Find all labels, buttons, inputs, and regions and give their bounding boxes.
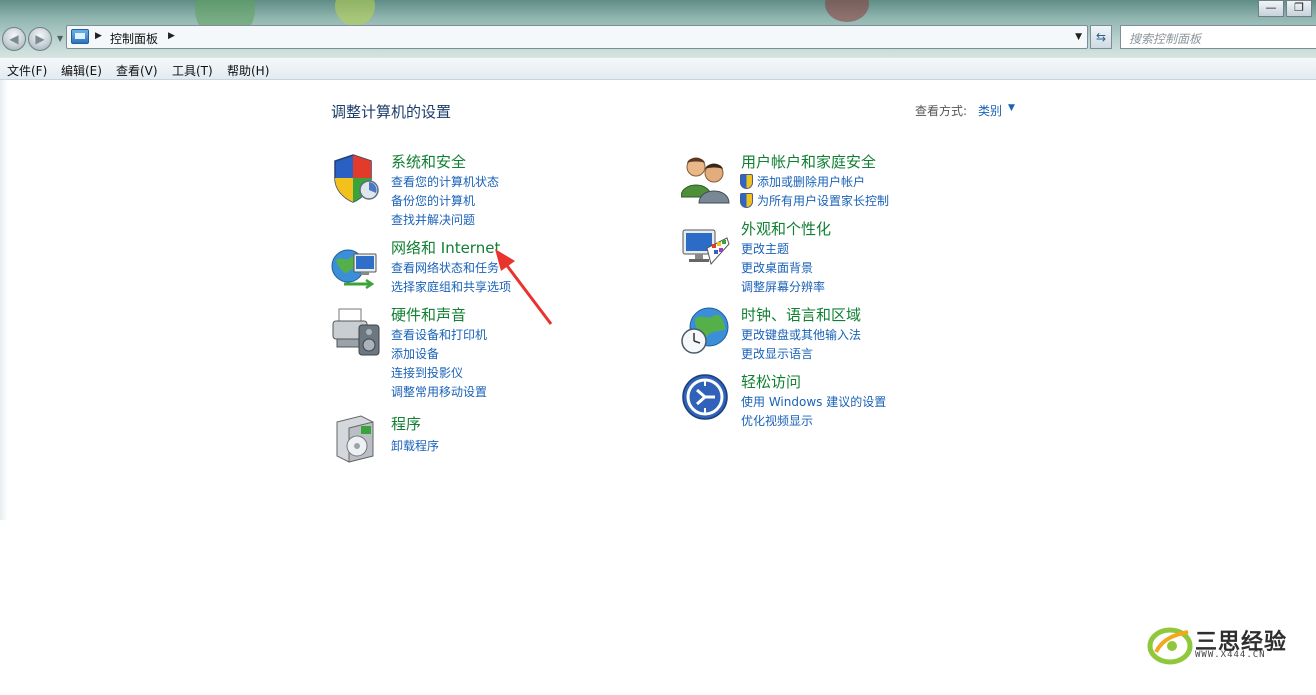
category-user-accounts[interactable]: 用户帐户和家庭安全 [741, 151, 876, 172]
forward-button[interactable]: ▶ [28, 27, 52, 51]
category-system-security[interactable]: 系统和安全 [391, 151, 466, 172]
category-network-internet[interactable]: 网络和 Internet [391, 237, 500, 258]
recent-pages-dropdown-icon[interactable]: ▼ [57, 34, 63, 43]
link-change-display-language[interactable]: 更改显示语言 [741, 345, 813, 362]
uac-shield-icon [740, 193, 753, 208]
address-bar[interactable]: ▶ 控制面板 ▶ ▼ [66, 25, 1088, 49]
category-hardware-sound[interactable]: 硬件和声音 [391, 304, 466, 325]
window-edge-shadow [0, 80, 8, 520]
accessibility-icon[interactable] [681, 372, 731, 424]
desktop-icon-blur [825, 0, 869, 22]
minimize-button[interactable]: — [1258, 0, 1284, 17]
link-uninstall-program[interactable]: 卸载程序 [391, 437, 439, 454]
printer-speaker-icon[interactable] [331, 305, 381, 357]
red-arrow-icon [495, 249, 553, 325]
address-dropdown-icon[interactable]: ▼ [1075, 32, 1082, 42]
link-network-status[interactable]: 查看网络状态和任务 [391, 259, 499, 276]
menu-file[interactable]: 文件(F) [7, 62, 47, 79]
menu-help[interactable]: 帮助(H) [227, 62, 269, 79]
link-change-theme[interactable]: 更改主题 [741, 240, 789, 257]
menu-view[interactable]: 查看(V) [116, 62, 158, 79]
page-title: 调整计算机的设置 [331, 103, 452, 121]
view-by-dropdown-icon[interactable]: ▼ [1008, 103, 1015, 113]
category-programs[interactable]: 程序 [391, 413, 421, 434]
breadcrumb-arrow-icon[interactable]: ▶ [168, 31, 175, 41]
link-optimize-video-display[interactable]: 优化视频显示 [741, 412, 813, 429]
category-clock-language-region[interactable]: 时钟、语言和区域 [741, 304, 861, 325]
network-globe-icon[interactable] [330, 240, 380, 292]
back-button[interactable]: ◀ [2, 27, 26, 51]
link-mobility-settings[interactable]: 调整常用移动设置 [391, 383, 487, 400]
link-troubleshoot[interactable]: 查找并解决问题 [391, 211, 475, 228]
link-backup-computer[interactable]: 备份您的计算机 [391, 192, 475, 209]
clock-globe-icon[interactable] [681, 305, 731, 357]
link-change-background[interactable]: 更改桌面背景 [741, 259, 813, 276]
maximize-button[interactable]: ❐ [1286, 0, 1312, 17]
menu-tools[interactable]: 工具(T) [172, 62, 213, 79]
menu-edit[interactable]: 编辑(E) [61, 62, 102, 79]
view-by-dropdown[interactable]: 类别 [978, 102, 1002, 119]
link-change-keyboards[interactable]: 更改键盘或其他输入法 [741, 326, 861, 343]
link-view-computer-status[interactable]: 查看您的计算机状态 [391, 173, 499, 190]
refresh-button[interactable]: ⇆ [1090, 25, 1112, 49]
search-input[interactable]: 搜索控制面板 [1120, 25, 1316, 49]
breadcrumb-control-panel[interactable]: 控制面板 [110, 30, 158, 47]
link-add-remove-users[interactable]: 添加或删除用户帐户 [757, 173, 865, 190]
link-devices-printers[interactable]: 查看设备和打印机 [391, 326, 487, 343]
link-screen-resolution[interactable]: 调整屏幕分辨率 [741, 278, 825, 295]
control-panel-icon [71, 29, 89, 44]
link-parental-controls[interactable]: 为所有用户设置家长控制 [757, 192, 889, 209]
shield-icon[interactable] [331, 152, 381, 204]
desktop-icon-blur [335, 0, 375, 26]
users-icon[interactable] [681, 153, 731, 205]
menu-bar: 文件(F) 编辑(E) 查看(V) 工具(T) 帮助(H) [0, 58, 1316, 80]
window-titlebar: ◀ ▶ ▼ ▶ 控制面板 ▶ ▼ ⇆ 搜索控制面板 — ❐ [0, 0, 1316, 58]
programs-box-icon[interactable] [331, 412, 381, 464]
view-by-label: 查看方式: [915, 104, 968, 118]
link-connect-projector[interactable]: 连接到投影仪 [391, 364, 463, 381]
category-appearance[interactable]: 外观和个性化 [741, 218, 831, 239]
link-windows-recommended-settings[interactable]: 使用 Windows 建议的设置 [741, 393, 886, 410]
display-palette-icon[interactable] [681, 224, 731, 276]
uac-shield-icon [740, 174, 753, 189]
link-add-device[interactable]: 添加设备 [391, 345, 439, 362]
breadcrumb-arrow-icon[interactable]: ▶ [95, 31, 102, 41]
category-ease-of-access[interactable]: 轻松访问 [741, 371, 801, 392]
watermark-url: WWW.X444.CN [1195, 650, 1266, 660]
